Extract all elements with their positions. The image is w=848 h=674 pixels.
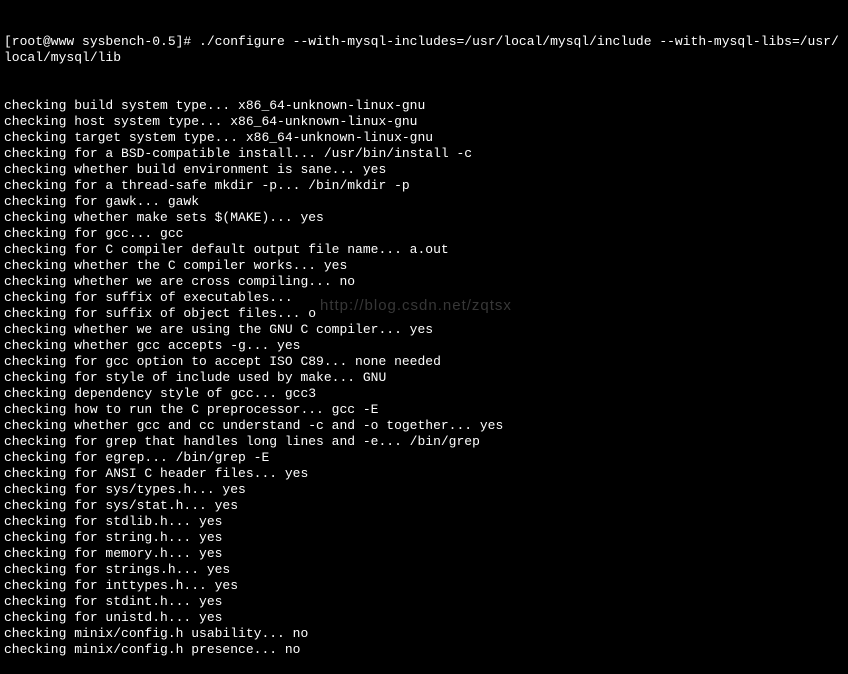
output-line: checking for strings.h... yes	[4, 562, 844, 578]
output-lines-container: checking build system type... x86_64-unk…	[4, 98, 844, 658]
output-line: checking for gcc option to accept ISO C8…	[4, 354, 844, 370]
output-line: checking whether we are using the GNU C …	[4, 322, 844, 338]
output-line: checking for C compiler default output f…	[4, 242, 844, 258]
output-line: checking host system type... x86_64-unkn…	[4, 114, 844, 130]
output-line: checking whether the C compiler works...…	[4, 258, 844, 274]
output-line: checking how to run the C preprocessor..…	[4, 402, 844, 418]
output-line: checking dependency style of gcc... gcc3	[4, 386, 844, 402]
output-line: checking for suffix of object files... o	[4, 306, 844, 322]
output-line: checking for string.h... yes	[4, 530, 844, 546]
output-line: checking for gawk... gawk	[4, 194, 844, 210]
output-line: checking for style of include used by ma…	[4, 370, 844, 386]
output-line: checking whether we are cross compiling.…	[4, 274, 844, 290]
output-line: checking whether gcc and cc understand -…	[4, 418, 844, 434]
output-line: checking for sys/types.h... yes	[4, 482, 844, 498]
output-line: checking whether gcc accepts -g... yes	[4, 338, 844, 354]
output-line: checking minix/config.h usability... no	[4, 626, 844, 642]
output-line: checking whether build environment is sa…	[4, 162, 844, 178]
output-line: checking for egrep... /bin/grep -E	[4, 450, 844, 466]
output-line: checking for a BSD-compatible install...…	[4, 146, 844, 162]
output-line: checking for stdint.h... yes	[4, 594, 844, 610]
output-line: checking for gcc... gcc	[4, 226, 844, 242]
shell-prompt: [root@www sysbench-0.5]#	[4, 34, 199, 49]
command-line: [root@www sysbench-0.5]# ./configure --w…	[4, 34, 844, 66]
output-line: checking for stdlib.h... yes	[4, 514, 844, 530]
output-line: checking for ANSI C header files... yes	[4, 466, 844, 482]
output-line: checking for grep that handles long line…	[4, 434, 844, 450]
output-line: checking for inttypes.h... yes	[4, 578, 844, 594]
output-line: checking build system type... x86_64-unk…	[4, 98, 844, 114]
output-line: checking target system type... x86_64-un…	[4, 130, 844, 146]
output-line: checking for memory.h... yes	[4, 546, 844, 562]
output-line: checking minix/config.h presence... no	[4, 642, 844, 658]
output-line: checking for a thread-safe mkdir -p... /…	[4, 178, 844, 194]
output-line: checking for suffix of executables...	[4, 290, 844, 306]
terminal-output: [root@www sysbench-0.5]# ./configure --w…	[4, 2, 844, 674]
output-line: checking for unistd.h... yes	[4, 610, 844, 626]
output-line: checking for sys/stat.h... yes	[4, 498, 844, 514]
output-line: checking whether make sets $(MAKE)... ye…	[4, 210, 844, 226]
